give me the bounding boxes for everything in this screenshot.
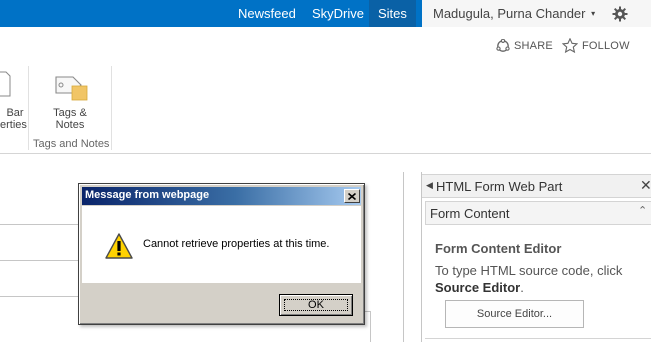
- message-dialog: Message from webpage Cannot retrieve pro…: [78, 183, 365, 325]
- tag-icon: [55, 76, 88, 101]
- content-border: [403, 172, 404, 342]
- ok-button[interactable]: OK: [279, 294, 353, 316]
- tags-notes-label-2: Notes: [55, 119, 85, 131]
- form-content-section[interactable]: Form Content ⌃: [425, 201, 651, 225]
- editor-desc-link: Source Editor: [435, 280, 521, 295]
- nav-newsfeed[interactable]: Newsfeed: [238, 0, 296, 27]
- nav-sites[interactable]: Sites: [369, 0, 416, 27]
- follow-label: FOLLOW: [582, 39, 630, 52]
- document-icon: [0, 71, 11, 97]
- back-arrow-icon[interactable]: ◀: [426, 180, 433, 191]
- close-icon[interactable]: ✕: [640, 177, 651, 194]
- focus-ring: [284, 299, 348, 311]
- editor-desc-suffix: .: [520, 280, 524, 295]
- share-icon: [496, 38, 510, 52]
- warning-icon: [105, 233, 133, 259]
- dialog-close-button[interactable]: [344, 189, 360, 203]
- editor-title: Form Content Editor: [435, 241, 562, 256]
- editor-desc-text: To type HTML source code, click: [435, 263, 623, 278]
- suite-bar: Newsfeed SkyDrive Sites Madugula, Purna …: [0, 0, 651, 27]
- share-bar: SHARE FOLLOW: [0, 27, 651, 86]
- dialog-message: Cannot retrieve properties at this time.: [143, 238, 330, 250]
- help-button[interactable]: [635, 0, 651, 27]
- star-icon: [562, 38, 578, 53]
- share-label: SHARE: [514, 39, 553, 52]
- ribbon-group-separator: [28, 66, 29, 150]
- dialog-body: Cannot retrieve properties at this time.: [82, 206, 361, 283]
- content-border: [0, 296, 80, 297]
- web-part-tool-pane: ◀ HTML Form Web Part ✕ Form Content ⌃ Fo…: [421, 172, 651, 342]
- source-editor-button[interactable]: Source Editor...: [445, 300, 584, 328]
- user-name: Madugula, Purna Chander: [433, 6, 586, 21]
- content-border: [0, 260, 80, 261]
- follow-button[interactable]: FOLLOW: [562, 27, 630, 64]
- content-border: [0, 224, 80, 225]
- ribbon: Bar erties Tags & Notes Tags and Notes: [0, 64, 651, 154]
- gear-icon[interactable]: [605, 0, 635, 27]
- section-label: Form Content: [430, 206, 510, 221]
- content-border: [370, 311, 371, 342]
- ribbon-group-separator: [111, 66, 112, 150]
- ribbon-button-label-2: erties: [0, 119, 27, 131]
- collapse-icon[interactable]: ⌃: [638, 204, 647, 217]
- ribbon-button-label-1: Bar: [6, 107, 24, 119]
- share-button[interactable]: SHARE: [496, 27, 553, 64]
- section-divider: [425, 338, 651, 339]
- user-menu[interactable]: Madugula, Purna Chander ▾: [422, 0, 605, 27]
- dialog-title: Message from webpage: [85, 189, 210, 201]
- dialog-title-bar[interactable]: Message from webpage: [82, 187, 361, 205]
- tool-pane-title: HTML Form Web Part: [436, 179, 563, 194]
- close-icon: [348, 192, 356, 200]
- tool-pane-header: ◀ HTML Form Web Part ✕: [422, 174, 651, 198]
- editor-description: To type HTML source code, click Source E…: [435, 262, 645, 296]
- chevron-down-icon: ▾: [591, 9, 596, 18]
- nav-skydrive[interactable]: SkyDrive: [312, 0, 364, 27]
- ribbon-group-label: Tags and Notes: [33, 138, 110, 150]
- tags-notes-label-1: Tags &: [53, 107, 87, 119]
